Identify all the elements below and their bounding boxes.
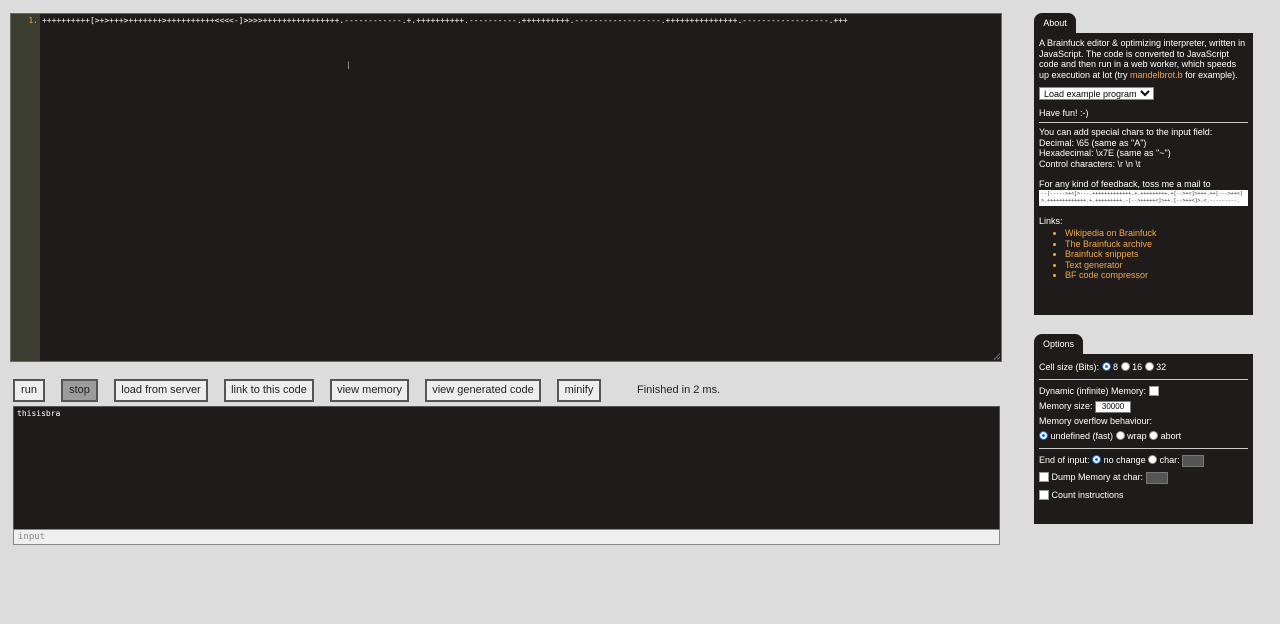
control-info: Control characters: \r \n \t: [1039, 158, 1141, 169]
example-program-select[interactable]: Load example program: [1039, 87, 1154, 100]
input-field[interactable]: input: [13, 529, 1000, 545]
tab-options[interactable]: Options: [1034, 334, 1083, 354]
dump-memory-label: Dump Memory at char:: [1051, 472, 1144, 482]
have-fun-text: Have fun! :-): [1039, 108, 1089, 118]
view-generated-code-button[interactable]: view generated code: [425, 379, 541, 402]
eoi-char-radio[interactable]: [1148, 455, 1158, 465]
eoi-char-label: char:: [1159, 455, 1180, 465]
cell-size-16-label: 16: [1132, 362, 1143, 372]
eoi-char-input[interactable]: [1182, 454, 1205, 467]
text-cursor-icon: I: [347, 60, 351, 72]
overflow-label: Memory overflow behaviour:: [1039, 416, 1153, 426]
intro-suffix: for example).: [1182, 69, 1238, 80]
count-instructions-label: Count instructions: [1051, 490, 1124, 500]
dynamic-memory-label: Dynamic (infinite) Memory:: [1039, 386, 1147, 396]
link-wikipedia[interactable]: Wikipedia on Brainfuck: [1065, 228, 1248, 239]
code-editor[interactable]: 1. ++++++++++[>+>+++>+++++++>++++++++++<…: [10, 13, 1002, 362]
eoi-label: End of input:: [1039, 455, 1090, 465]
dump-memory-checkbox[interactable]: [1039, 471, 1049, 482]
tab-about[interactable]: About: [1034, 13, 1076, 33]
feedback-text: For any kind of feedback, toss me a mail…: [1039, 179, 1211, 189]
mail-code-box: --[----->+<]>---.+++++++++++++.+.+++++++…: [1039, 190, 1248, 206]
load-from-server-button[interactable]: load from server: [114, 379, 208, 402]
run-button[interactable]: run: [13, 379, 45, 402]
cell-size-16-radio[interactable]: [1120, 362, 1130, 372]
dynamic-memory-checkbox[interactable]: [1148, 385, 1159, 396]
resize-handle-icon[interactable]: [993, 353, 1000, 360]
output-area[interactable]: thisisbra: [13, 406, 1000, 530]
line-number: 1.: [28, 16, 38, 25]
overflow-wrap-radio[interactable]: [1115, 431, 1125, 441]
cell-size-32-label: 32: [1156, 362, 1167, 372]
link-compressor[interactable]: BF code compressor: [1065, 270, 1248, 281]
divider: [1039, 448, 1248, 449]
about-intro: A Brainfuck editor & optimizing interpre…: [1039, 38, 1248, 80]
minify-button[interactable]: minify: [557, 379, 601, 402]
divider: [1039, 379, 1248, 380]
cell-size-8-label: 8: [1113, 362, 1119, 372]
cell-size-32-radio[interactable]: [1144, 362, 1154, 372]
overflow-wrap-label: wrap: [1127, 431, 1147, 441]
memory-size-label: Memory size:: [1039, 401, 1093, 411]
decimal-info: Decimal: \65 (same as "A"): [1039, 137, 1147, 148]
stop-button[interactable]: stop: [61, 379, 98, 402]
overflow-abort-label: abort: [1160, 431, 1182, 441]
status-text: Finished in 2 ms.: [637, 384, 721, 396]
about-panel: A Brainfuck editor & optimizing interpre…: [1034, 33, 1253, 315]
mandelbrot-link[interactable]: mandelbrot.b: [1130, 70, 1183, 80]
cell-size-label: Cell size (Bits):: [1039, 362, 1100, 372]
link-archive[interactable]: The Brainfuck archive: [1065, 239, 1248, 250]
count-instructions-checkbox[interactable]: [1039, 489, 1049, 500]
code-line[interactable]: ++++++++++[>+>+++>+++++++>++++++++++<<<<…: [42, 16, 848, 25]
link-to-code-button[interactable]: link to this code: [224, 379, 314, 402]
output-text: thisisbra: [17, 409, 61, 418]
hex-info: Hexadecimal: \x7E (same as "~"): [1039, 148, 1171, 158]
overflow-undefined-label: undefined (fast): [1050, 431, 1114, 441]
memory-size-input[interactable]: 30000: [1095, 400, 1132, 413]
links-title: Links:: [1039, 216, 1063, 226]
line-gutter: 1.: [11, 14, 40, 361]
options-panel: Cell size (Bits): 8 16 32 Dynamic (infin…: [1034, 354, 1253, 524]
overflow-abort-radio[interactable]: [1149, 431, 1159, 441]
dump-char-input[interactable]: [1145, 471, 1168, 484]
link-snippets[interactable]: Brainfuck snippets: [1065, 249, 1248, 260]
divider: [1039, 122, 1248, 123]
special-chars-title: You can add special chars to the input f…: [1039, 127, 1213, 137]
overflow-undefined-radio[interactable]: [1039, 431, 1048, 441]
view-memory-button[interactable]: view memory: [330, 379, 409, 402]
eoi-no-change-radio[interactable]: [1092, 455, 1102, 465]
cell-size-8-radio[interactable]: [1101, 362, 1111, 372]
links-list: Wikipedia on Brainfuck The Brainfuck arc…: [1039, 228, 1248, 281]
eoi-no-change-label: no change: [1103, 455, 1146, 465]
link-text-generator[interactable]: Text generator: [1065, 260, 1248, 271]
